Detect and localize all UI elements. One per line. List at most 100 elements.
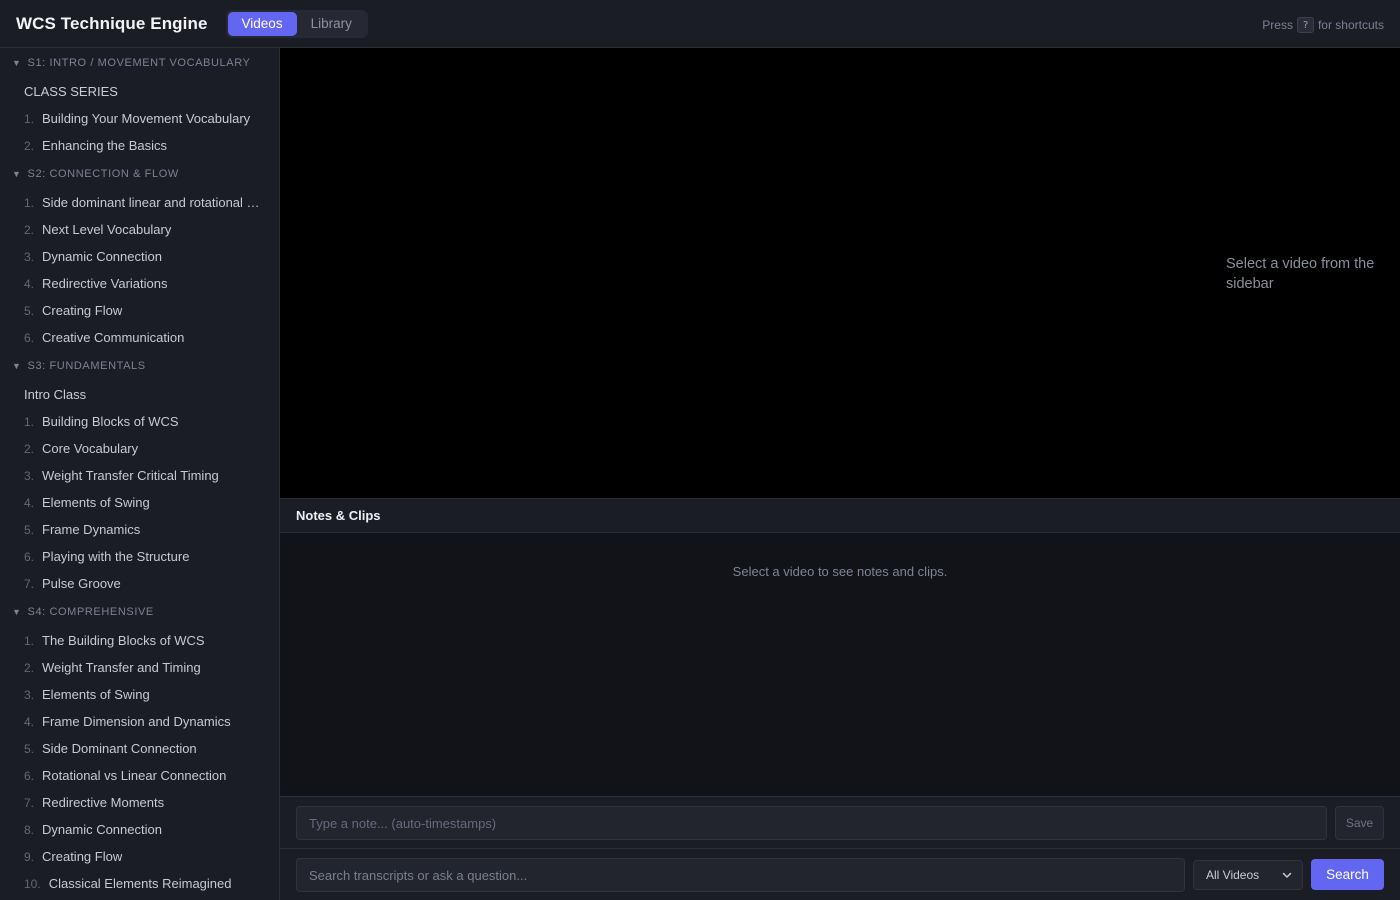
video-number: 7. bbox=[24, 576, 35, 591]
shortcut-hint: Press ? for shortcuts bbox=[1262, 17, 1384, 33]
view-tabs: Videos Library bbox=[225, 9, 368, 38]
notes-empty-message: Select a video to see notes and clips. bbox=[732, 564, 948, 579]
video-number: 4. bbox=[24, 714, 35, 729]
notes-header: Notes & Clips bbox=[280, 499, 1400, 533]
sidebar-video-item[interactable]: 3. Dynamic Connection bbox=[0, 243, 279, 270]
video-number: 4. bbox=[24, 276, 35, 291]
tab-videos[interactable]: Videos bbox=[227, 11, 297, 36]
sidebar-video-item[interactable]: Intro Class bbox=[0, 381, 279, 408]
video-title: Weight Transfer Critical Timing bbox=[42, 468, 219, 483]
video-number: 6. bbox=[24, 768, 35, 783]
shortcut-hint-prefix: Press bbox=[1262, 18, 1293, 32]
video-number: 7. bbox=[24, 795, 35, 810]
video-number: 1. bbox=[24, 633, 35, 648]
video-number: 5. bbox=[24, 522, 35, 537]
sidebar-video-item[interactable]: 8. Dynamic Connection bbox=[0, 816, 279, 843]
video-number: 1. bbox=[24, 414, 35, 429]
top-bar: WCS Technique Engine Videos Library Pres… bbox=[0, 0, 1400, 48]
video-number: 2. bbox=[24, 222, 35, 237]
sidebar-video-item[interactable]: 5. Frame Dynamics bbox=[0, 516, 279, 543]
sidebar-video-item[interactable]: 1. Building Blocks of WCS bbox=[0, 408, 279, 435]
sidebar-video-item[interactable]: 3. Weight Transfer Critical Timing bbox=[0, 462, 279, 489]
video-number: 3. bbox=[24, 468, 35, 483]
sidebar-video-item[interactable]: 6. Creative Communication bbox=[0, 324, 279, 351]
video-title: Playing with the Structure bbox=[42, 549, 190, 564]
sidebar-video-item[interactable]: 2. Next Level Vocabulary bbox=[0, 216, 279, 243]
video-number: 5. bbox=[24, 303, 35, 318]
note-entry-bar: Save bbox=[280, 796, 1400, 849]
player-empty-message: Select a video from the sidebar bbox=[1226, 256, 1375, 292]
sidebar-video-item[interactable]: 10. Classical Elements Reimagined bbox=[0, 870, 279, 897]
video-number: 2. bbox=[24, 441, 35, 456]
sidebar-video-item[interactable]: 1. The Building Blocks of WCS bbox=[0, 627, 279, 654]
sidebar-section-header[interactable]: ▼ S4: COMPREHENSIVE bbox=[0, 597, 279, 627]
sidebar-video-item[interactable]: 2. Weight Transfer and Timing bbox=[0, 654, 279, 681]
video-title: Redirective Moments bbox=[42, 795, 165, 810]
sidebar-video-item[interactable]: 5. Creating Flow bbox=[0, 297, 279, 324]
sidebar-section-title: S1: INTRO / MOVEMENT VOCABULARY bbox=[27, 57, 251, 69]
sidebar-video-item[interactable]: 4. Redirective Variations bbox=[0, 270, 279, 297]
video-number: 6. bbox=[24, 330, 35, 345]
shortcut-key: ? bbox=[1296, 17, 1314, 33]
video-title: Creative Communication bbox=[42, 330, 185, 345]
video-number: 5. bbox=[24, 741, 35, 756]
sidebar-section-header[interactable]: ▼ S2: CONNECTION & FLOW bbox=[0, 159, 279, 189]
video-title: Redirective Variations bbox=[42, 276, 168, 291]
video-title: Side dominant linear and rotational c... bbox=[42, 195, 263, 210]
video-title: Core Vocabulary bbox=[42, 441, 139, 456]
video-title: Elements of Swing bbox=[42, 687, 150, 702]
sidebar-section-title: S3: FUNDAMENTALS bbox=[27, 360, 146, 372]
sidebar-section-header[interactable]: ▼ S3: FUNDAMENTALS bbox=[0, 351, 279, 381]
scope-select-value: All Videos bbox=[1206, 868, 1260, 882]
sidebar-video-item[interactable]: 2. Core Vocabulary bbox=[0, 435, 279, 462]
search-bar: All Videos Search bbox=[280, 849, 1400, 900]
caret-down-icon: ▼ bbox=[12, 58, 22, 68]
sidebar-video-item[interactable]: 7. Pulse Groove bbox=[0, 570, 279, 597]
video-title: Creating Flow bbox=[42, 849, 123, 864]
notes-panel: Select a video to see notes and clips. bbox=[280, 533, 1400, 796]
video-title: Side Dominant Connection bbox=[42, 741, 197, 756]
video-number: 8. bbox=[24, 822, 35, 837]
search-button[interactable]: Search bbox=[1311, 859, 1384, 890]
tab-library[interactable]: Library bbox=[297, 12, 366, 36]
video-number: 3. bbox=[24, 687, 35, 702]
video-number: 2. bbox=[24, 660, 35, 675]
sidebar: ▼ S1: INTRO / MOVEMENT VOCABULARY CLASS SE… bbox=[0, 48, 280, 900]
video-title: Classical Elements Reimagined bbox=[48, 876, 232, 891]
caret-down-icon: ▼ bbox=[12, 361, 22, 371]
video-title: CLASS SERIES bbox=[24, 84, 118, 99]
video-player[interactable]: Select a video from the sidebar bbox=[280, 48, 1400, 499]
sidebar-video-item[interactable]: 4. Elements of Swing bbox=[0, 489, 279, 516]
save-note-button[interactable]: Save bbox=[1335, 806, 1384, 840]
sidebar-video-item[interactable]: 6. Rotational vs Linear Connection bbox=[0, 762, 279, 789]
video-title: Frame Dynamics bbox=[42, 522, 141, 537]
sidebar-video-item[interactable]: 4. Frame Dimension and Dynamics bbox=[0, 708, 279, 735]
video-number: 3. bbox=[24, 249, 35, 264]
video-title: Elements of Swing bbox=[42, 495, 150, 510]
video-number: 4. bbox=[24, 495, 35, 510]
video-number: 9. bbox=[24, 849, 35, 864]
scope-select[interactable]: All Videos bbox=[1193, 860, 1303, 890]
video-title: Dynamic Connection bbox=[42, 822, 162, 837]
sidebar-section-header[interactable]: ▼ S1: INTRO / MOVEMENT VOCABULARY bbox=[0, 48, 279, 78]
sidebar-video-item[interactable]: CLASS SERIES bbox=[0, 78, 279, 105]
sidebar-section-title: S2: CONNECTION & FLOW bbox=[27, 168, 179, 180]
video-title: Pulse Groove bbox=[42, 576, 121, 591]
sidebar-video-item[interactable]: 3. Elements of Swing bbox=[0, 681, 279, 708]
app-title: WCS Technique Engine bbox=[16, 13, 208, 33]
sidebar-video-item[interactable]: 7. Redirective Moments bbox=[0, 789, 279, 816]
sidebar-video-item[interactable]: 1. Side dominant linear and rotational c.… bbox=[0, 189, 279, 216]
sidebar-video-item[interactable]: 2. Enhancing the Basics bbox=[0, 132, 279, 159]
sidebar-video-item[interactable]: 5. Side Dominant Connection bbox=[0, 735, 279, 762]
video-number: 1. bbox=[24, 111, 35, 126]
video-title: Building Your Movement Vocabulary bbox=[42, 111, 251, 126]
video-number: 6. bbox=[24, 549, 35, 564]
search-input[interactable] bbox=[296, 858, 1185, 892]
sidebar-video-item[interactable]: 1. Building Your Movement Vocabulary bbox=[0, 105, 279, 132]
video-number: 1. bbox=[24, 195, 35, 210]
video-title: Enhancing the Basics bbox=[42, 138, 168, 153]
sidebar-video-item[interactable]: 9. Creating Flow bbox=[0, 843, 279, 870]
note-input[interactable] bbox=[296, 806, 1327, 840]
caret-down-icon: ▼ bbox=[12, 607, 22, 617]
sidebar-video-item[interactable]: 6. Playing with the Structure bbox=[0, 543, 279, 570]
